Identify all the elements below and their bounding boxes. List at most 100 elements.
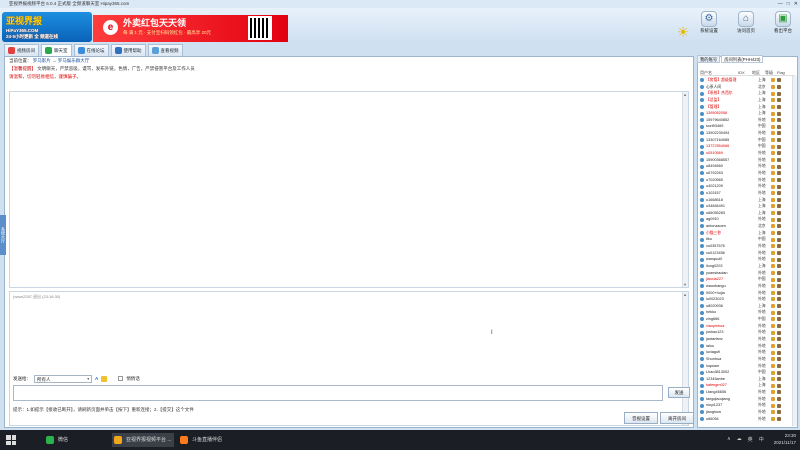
user-row[interactable]: luquiam 外地 — [699, 363, 795, 370]
user-row[interactable]: ilung0203 上海 — [699, 263, 795, 270]
emoji-icon[interactable] — [101, 375, 108, 382]
user-row[interactable]: 13727854066 中国 — [699, 143, 795, 150]
user-row[interactable]: u66055283 上海 — [699, 210, 795, 217]
scrollbar[interactable] — [682, 292, 688, 425]
user-row[interactable]: hekko 外地 — [699, 309, 795, 316]
clock[interactable]: 23:30 2021/11/17 — [774, 432, 796, 446]
windows-start-icon[interactable] — [6, 435, 16, 445]
user-row[interactable]: u0510569 外地 — [699, 150, 795, 157]
user-row[interactable]: 【系统】杰西尔 上海 — [699, 90, 795, 97]
user-row[interactable]: u34846491 上海 — [699, 203, 795, 210]
user-row[interactable]: 13307164085 中国 — [699, 137, 795, 144]
user-row[interactable]: u6792263 外地 — [699, 170, 795, 177]
user-row[interactable]: u4021209 外地 — [699, 183, 795, 190]
user-row[interactable]: niuyi1237 外地 — [699, 402, 795, 409]
tab-room-list[interactable]: 房间列表(PHH423) — [721, 55, 764, 63]
user-row[interactable]: 12345anhe 上海 — [699, 376, 795, 383]
taskbar-item-wechat[interactable]: 微信 — [44, 433, 104, 447]
close-button[interactable]: ✕ — [794, 0, 798, 8]
exit-label: 看出平台 — [774, 28, 792, 33]
user-row[interactable]: 15900368557 外地 — [699, 157, 795, 164]
user-row[interactable]: xiaopinhua 外地 — [699, 323, 795, 330]
user-row[interactable]: ialoo 外地 — [699, 343, 795, 350]
user-row[interactable]: u8020936 上海 — [699, 303, 795, 310]
user-row[interactable]: zing666 中国 — [699, 316, 795, 323]
breadcrumb: 当前位置： 罗马影片 → 罗马娱乐群大厅 — [5, 57, 693, 65]
tab-forum[interactable]: 在线论坛 — [73, 44, 109, 56]
user-row[interactable]: 【管理】 上海 — [699, 104, 795, 111]
user-row[interactable]: antonzaoen 北京 — [699, 223, 795, 230]
tab-chat-room[interactable]: 聊天室 — [41, 44, 72, 56]
private-checkbox[interactable] — [118, 376, 124, 381]
tab-view-video[interactable]: 查看视频 — [147, 44, 183, 56]
private-message-area[interactable]: (www2287 退出 (23:18:30) — [9, 291, 689, 426]
maximize-button[interactable]: □ — [787, 0, 790, 8]
scrollbar[interactable] — [682, 92, 688, 287]
user-row[interactable]: 1395052058 上海 — [699, 110, 795, 117]
user-row[interactable]: jushao123 外地 — [699, 329, 795, 336]
font-icon[interactable]: A — [95, 376, 98, 381]
message-input[interactable] — [13, 385, 663, 401]
breadcrumb-item[interactable]: 罗马影片 — [33, 58, 51, 63]
user-row[interactable]: tiko 中国 — [699, 236, 795, 243]
user-row[interactable]: Iangqiaoqiang 外地 — [699, 396, 795, 403]
user-row[interactable]: xu0357676 外地 — [699, 243, 795, 250]
taskbar-item-app[interactable]: 亚视界报视频平台 ... — [112, 433, 174, 447]
user-row[interactable]: waoobangu 外地 — [699, 283, 795, 290]
user-row[interactable]: u103157 外地 — [699, 190, 795, 197]
recipient-select[interactable]: 所有人 — [34, 374, 92, 383]
user-row[interactable]: u8494560 外地 — [699, 163, 795, 170]
flag-icon — [777, 284, 781, 289]
taskbar-item-douyu[interactable]: 斗鱼直播伴侣 — [178, 433, 240, 447]
user-row[interactable]: 15979640852 外地 — [699, 117, 795, 124]
ime-icon[interactable]: 英 — [748, 436, 753, 443]
user-list-scrollbar[interactable] — [792, 76, 797, 426]
leave-room-button[interactable]: 离开房间 — [660, 412, 694, 424]
user-row[interactable]: kafengm027 上海 — [699, 382, 795, 389]
user-row[interactable]: u66054 外地 — [699, 416, 795, 423]
breadcrumb-item[interactable]: 罗马娱乐群大厅 — [58, 58, 90, 63]
cloud-icon[interactable]: ☁ — [737, 436, 742, 443]
user-row[interactable]: u1668518 上海 — [699, 197, 795, 204]
message-history[interactable] — [9, 91, 689, 288]
settings-button[interactable]: ⚙ 系统设置 — [692, 8, 726, 40]
home-button[interactable]: ⌂ 访问首页 — [729, 8, 763, 40]
user-row[interactable]: 【总监】 上海 — [699, 97, 795, 104]
user-row[interactable]: 心系人间 北京 — [699, 84, 795, 91]
user-row[interactable]: Lhao3813002 中国 — [699, 369, 795, 376]
user-row[interactable]: ag0910 外地 — [699, 216, 795, 223]
col-username[interactable]: 用户名 — [700, 69, 738, 75]
ime-mode-icon[interactable]: 中 — [759, 436, 764, 443]
user-row[interactable]: 【房管】超级管理 上海 — [699, 77, 795, 84]
tab-my-account[interactable]: 我的账号 — [697, 55, 721, 63]
user-row[interactable]: Shunhua 外地 — [699, 356, 795, 363]
tab-help[interactable]: 使用帮助 — [110, 44, 146, 56]
col-region[interactable]: 地区 — [752, 69, 765, 75]
col-idx[interactable]: IDX — [738, 69, 752, 75]
exit-platform-button[interactable]: ▣ 看出平台 — [766, 8, 800, 40]
user-row[interactable]: lu0023023 外地 — [699, 296, 795, 303]
col-flag[interactable]: Flag — [777, 69, 791, 75]
user-row[interactable]: u7020565 外地 — [699, 177, 795, 184]
user-row[interactable]: 0000+hujia 外地 — [699, 290, 795, 297]
col-level[interactable]: 等级 — [765, 69, 777, 75]
user-row[interactable]: xu0123456 外地 — [699, 250, 795, 257]
user-avatar-icon — [700, 237, 704, 242]
user-row[interactable]: jianghuw 外地 — [699, 409, 795, 416]
side-tab-hall[interactable]: 系统大厅 — [0, 215, 6, 255]
user-row[interactable]: sxzt93469 中国 — [699, 123, 795, 130]
user-row[interactable]: jaotarfanv 外地 — [699, 336, 795, 343]
av-settings-button[interactable]: 音视设置 — [624, 412, 658, 424]
user-row[interactable]: 13902230494 外地 — [699, 130, 795, 137]
user-row[interactable]: luxiagufi 外地 — [699, 349, 795, 356]
user-row[interactable]: jiaoxia227 中国 — [699, 276, 795, 283]
send-button[interactable]: 发送 — [668, 387, 690, 398]
ad-banner[interactable]: e 外卖红包天天领 每 满 1 元 · 支付宝扫码领红包 · 最高享 20元 — [93, 15, 288, 42]
tab-video-room[interactable]: 视频房间 — [4, 44, 39, 56]
user-row[interactable]: 小猫三秒 上海 — [699, 230, 795, 237]
user-row[interactable]: yuanshaoian 外地 — [699, 270, 795, 277]
minimize-button[interactable]: — — [778, 0, 783, 8]
user-row[interactable]: wanquul0 外地 — [699, 256, 795, 263]
tray-expand-icon[interactable]: ∧ — [727, 436, 731, 443]
user-row[interactable]: Lfang46656 外地 — [699, 389, 795, 396]
